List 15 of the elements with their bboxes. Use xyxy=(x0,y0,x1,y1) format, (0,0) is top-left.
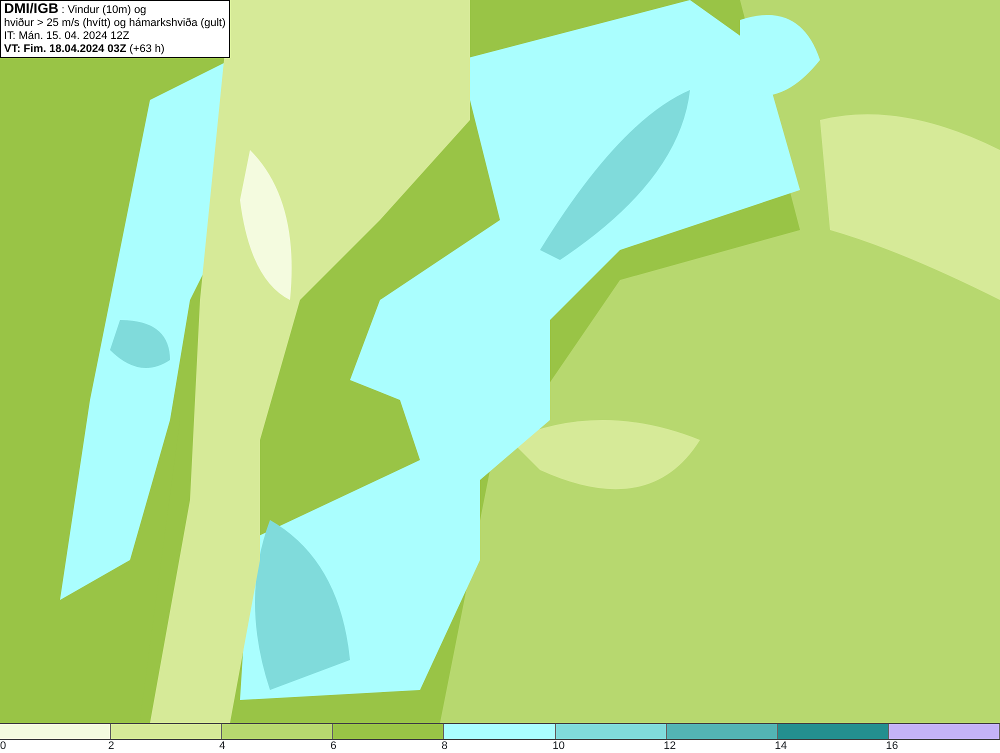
tick-label: 8 xyxy=(441,740,448,752)
lead-time: (+63 h) xyxy=(129,43,165,55)
source-label: DMI/IGB xyxy=(4,0,58,16)
map-description: hviður > 25 m/s (hvítt) og hámarkshviða (gult) xyxy=(4,17,226,29)
tick-label: 6 xyxy=(330,740,336,752)
issue-time: IT: Mán. 15. 04. 2024 12Z xyxy=(4,30,130,42)
tick-label: 12 xyxy=(664,740,676,752)
tick-label: 4 xyxy=(219,740,226,752)
tick-label: 0 xyxy=(0,740,6,752)
tick-label: 16 xyxy=(886,740,898,752)
tick-label: 14 xyxy=(774,740,788,752)
tick-label: 2 xyxy=(108,740,114,752)
tick-label: 10 xyxy=(552,740,565,752)
valid-time: VT: Fim. 18.04.2024 03Z xyxy=(4,43,126,55)
map-description: : Vindur (10m) og xyxy=(62,4,146,16)
